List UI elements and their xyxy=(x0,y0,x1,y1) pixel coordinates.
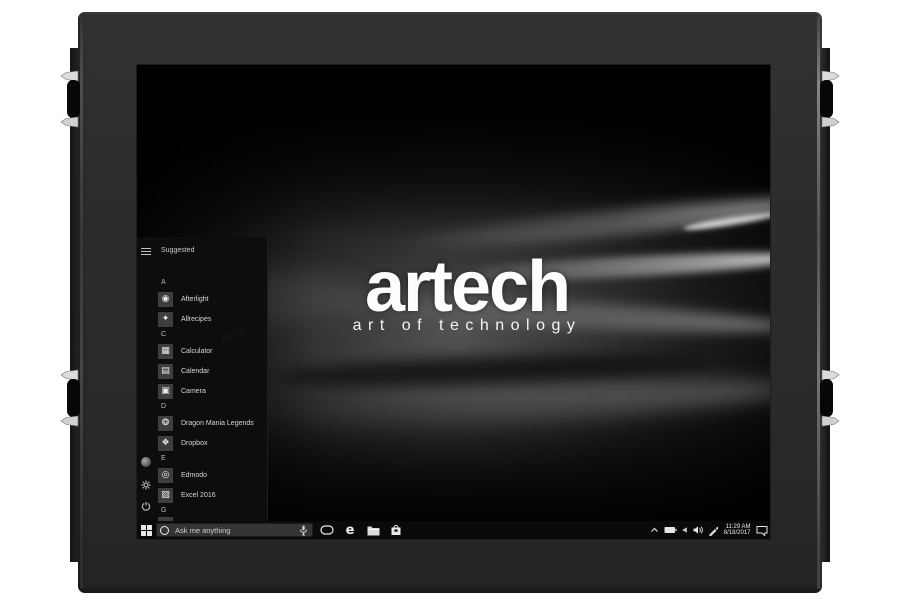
start-menu-section-header: D xyxy=(137,401,268,413)
system-tray: 11:29 AM 8/18/2017 xyxy=(650,521,768,539)
app-label: Calendar xyxy=(173,368,209,375)
start-menu-section-header: C xyxy=(137,329,268,341)
start-menu-section-header: A xyxy=(137,277,268,289)
app-icon: ❖ xyxy=(158,436,173,451)
start-menu-app-allrecipes[interactable]: ✦Allrecipes xyxy=(137,309,268,329)
artech-logo-wordmark: artech xyxy=(353,251,582,323)
start-menu-rail xyxy=(137,237,155,521)
start-menu-app-afterlight[interactable]: ◉Afterlight xyxy=(137,289,268,309)
app-label: Excel 2016 xyxy=(173,492,216,499)
app-icon: ◉ xyxy=(158,292,173,307)
start-menu-app-dropbox[interactable]: ❖Dropbox xyxy=(137,433,268,453)
settings-gear-icon[interactable] xyxy=(141,480,151,490)
start-menu: Suggested A◉Afterlight✦AllrecipesC▦Calcu… xyxy=(137,237,268,521)
app-label: Dropbox xyxy=(173,440,207,447)
taskbar: e xyxy=(137,521,770,539)
artech-logo: artech art of technology xyxy=(353,251,582,335)
speaker-volume-icon[interactable] xyxy=(693,525,704,535)
app-icon: ❂ xyxy=(158,416,173,431)
app-icon: ✦ xyxy=(158,312,173,327)
start-menu-app-calendar[interactable]: ▤Calendar xyxy=(137,361,268,381)
start-menu-section-header: G xyxy=(137,505,268,517)
start-menu-section-header: E xyxy=(137,453,268,465)
start-menu-app-camera[interactable]: ▣Camera xyxy=(137,381,268,401)
app-icon: ▧ xyxy=(158,488,173,503)
taskbar-app-icons: e xyxy=(320,521,403,539)
mount-clamp-bottom-left xyxy=(54,369,80,427)
clock[interactable]: 11:29 AM 8/18/2017 xyxy=(723,524,752,537)
display-screen: artech art of technology Suggested A◉Aft… xyxy=(137,65,770,539)
edge-browser-icon[interactable]: e xyxy=(343,521,357,539)
app-icon: ▤ xyxy=(158,364,173,379)
app-label: Camera xyxy=(173,388,206,395)
start-menu-app-excel-2016[interactable]: ▧Excel 2016 xyxy=(137,485,268,505)
pen-icon[interactable] xyxy=(708,525,718,536)
cortana-search-box[interactable] xyxy=(156,523,313,537)
start-menu-suggested-label: Suggested xyxy=(161,247,194,254)
file-explorer-icon[interactable] xyxy=(366,521,380,539)
mount-clamp-bottom-right xyxy=(820,369,846,427)
user-avatar-icon[interactable] xyxy=(141,457,151,467)
app-label: Edmodo xyxy=(173,472,207,479)
app-label: Afterlight xyxy=(173,296,209,303)
panel-pc-photo: artech art of technology Suggested A◉Aft… xyxy=(0,0,900,607)
power-icon[interactable] xyxy=(141,501,151,511)
app-icon: ▦ xyxy=(158,344,173,359)
input-arrow-icon[interactable] xyxy=(681,526,688,534)
tray-expand-chevron-icon[interactable] xyxy=(650,526,659,534)
app-icon: ▣ xyxy=(158,384,173,399)
start-menu-list: A◉Afterlight✦AllrecipesC▦Calculator▤Cale… xyxy=(137,277,268,521)
clock-date: 8/18/2017 xyxy=(724,530,751,537)
start-menu-app-calculator[interactable]: ▦Calculator xyxy=(137,341,268,361)
store-icon[interactable] xyxy=(389,521,403,539)
microphone-icon[interactable] xyxy=(299,525,308,536)
bezel-edge-highlight-left xyxy=(80,16,83,589)
mount-clamp-top-left xyxy=(54,70,80,128)
app-label: Calculator xyxy=(173,348,213,355)
cortana-icon xyxy=(160,526,169,535)
task-view-icon[interactable] xyxy=(320,521,334,539)
windows-logo-icon xyxy=(141,525,152,536)
search-input[interactable] xyxy=(169,526,299,535)
start-menu-app-edmodo[interactable]: ◎Edmodo xyxy=(137,465,268,485)
mount-clamp-top-right xyxy=(820,70,846,128)
app-icon: ◎ xyxy=(158,468,173,483)
action-center-icon[interactable] xyxy=(756,525,768,536)
start-menu-app-dragon-mania-legends[interactable]: ❂Dragon Mania Legends xyxy=(137,413,268,433)
app-label: Allrecipes xyxy=(173,316,211,323)
start-button[interactable] xyxy=(137,521,156,539)
app-label: Dragon Mania Legends xyxy=(173,420,254,427)
battery-icon[interactable] xyxy=(664,526,677,534)
artech-logo-tagline: art of technology xyxy=(353,317,582,335)
